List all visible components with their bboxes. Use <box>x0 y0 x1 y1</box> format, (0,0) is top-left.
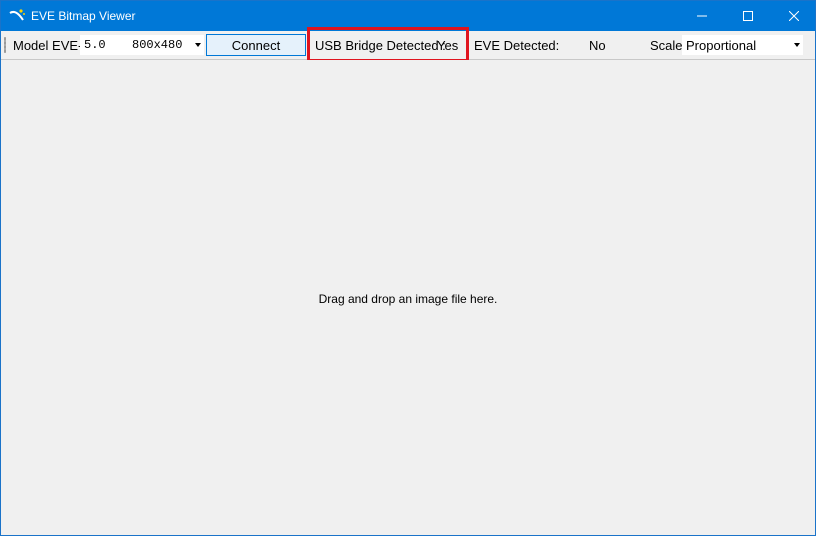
model-select[interactable]: 5.0 800x480 <box>80 35 204 55</box>
scale-label: Scale <box>650 38 683 53</box>
eve-detected-value: No <box>589 38 606 53</box>
usb-bridge-highlight <box>307 27 469 62</box>
connect-button-label: Connect <box>231 37 281 53</box>
connect-button[interactable]: Connect <box>206 34 306 56</box>
toolbar-grip[interactable] <box>4 37 6 53</box>
drop-hint-text: Drag and drop an image file here. <box>318 292 498 306</box>
model-resolution-value: 800x480 <box>132 38 183 52</box>
window-title: EVE Bitmap Viewer <box>31 9 136 23</box>
model-size-value: 5.0 <box>84 38 106 52</box>
app-logo-icon <box>8 7 26 25</box>
app-window: EVE Bitmap Viewer Model EVE- 5.0 800x480 <box>0 0 816 536</box>
scale-value: Proportional <box>686 38 757 53</box>
chevron-down-icon <box>195 43 201 47</box>
image-drop-area[interactable]: Drag and drop an image file here. <box>1 60 815 535</box>
scale-select[interactable]: Proportional <box>682 35 803 55</box>
chevron-down-icon <box>794 43 800 47</box>
eve-detected-label: EVE Detected: <box>474 38 560 53</box>
minimize-icon <box>697 9 707 24</box>
maximize-button[interactable] <box>725 1 771 31</box>
model-label: Model EVE- <box>13 38 83 53</box>
minimize-button[interactable] <box>679 1 725 31</box>
close-button[interactable] <box>771 1 816 31</box>
close-icon <box>788 9 800 24</box>
maximize-icon <box>743 9 753 24</box>
